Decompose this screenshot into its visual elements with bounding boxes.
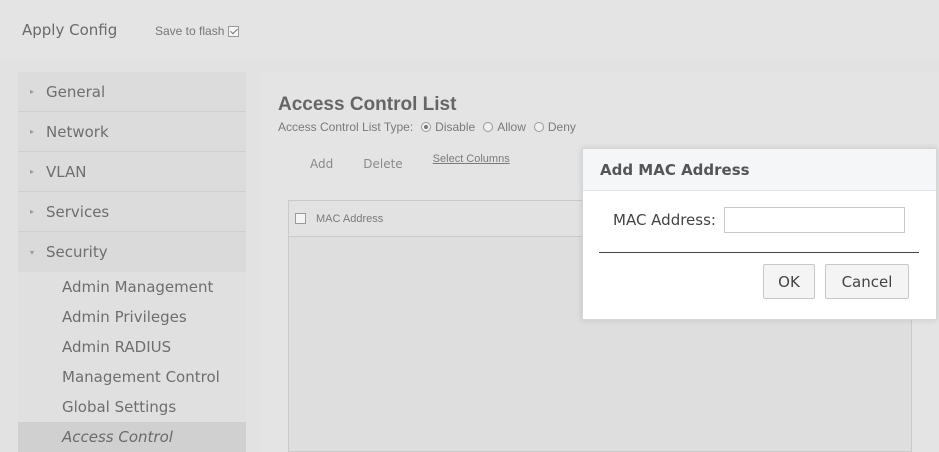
top-toolbar: Apply Config Save to flash <box>0 0 939 60</box>
sidebar-item-services[interactable]: ▸ Services <box>18 192 246 232</box>
sidebar-item-label: VLAN <box>46 162 87 181</box>
chevron-right-icon: ▸ <box>30 87 35 96</box>
delete-button[interactable]: Delete <box>363 157 402 171</box>
security-submenu: Admin Management Admin Privileges Admin … <box>18 272 246 452</box>
acl-type-row: Access Control List Type: Disable Allow … <box>278 120 576 134</box>
apply-config-button[interactable]: Apply Config <box>22 21 117 39</box>
sidebar-item-security[interactable]: ▾ Security <box>18 232 246 272</box>
sidebar-item-general[interactable]: ▸ General <box>18 72 246 112</box>
sidebar-item-network[interactable]: ▸ Network <box>18 112 246 152</box>
sidebar-subitem-global-settings[interactable]: Global Settings <box>18 392 246 422</box>
sidebar-subitem-admin-privileges[interactable]: Admin Privileges <box>18 302 246 332</box>
save-to-flash-label: Save to flash <box>155 24 225 38</box>
acl-option-label: Allow <box>497 120 526 134</box>
chevron-down-icon: ▾ <box>30 247 35 257</box>
sidebar-item-label: General <box>46 82 106 101</box>
sidebar-item-label: Services <box>46 202 110 221</box>
acl-radio-allow[interactable] <box>483 122 494 132</box>
chevron-right-icon: ▸ <box>30 207 35 216</box>
mac-address-label: MAC Address: <box>613 211 716 229</box>
sidebar-subitem-access-control[interactable]: Access Control <box>18 422 246 452</box>
mac-address-input[interactable] <box>723 207 905 233</box>
save-to-flash[interactable]: Save to flash <box>155 24 240 38</box>
column-header-mac-address[interactable]: MAC Address <box>316 213 383 225</box>
select-columns-link[interactable]: Select Columns <box>433 153 510 171</box>
divider <box>599 252 919 253</box>
dialog-title: Add MAC Address <box>583 149 936 191</box>
acl-option-label: Deny <box>547 120 576 134</box>
sidebar-subitem-management-control[interactable]: Management Control <box>18 362 246 392</box>
page-title: Access Control List <box>278 94 457 115</box>
mac-address-row: MAC Address: <box>613 207 905 233</box>
acl-radio-deny[interactable] <box>533 122 544 132</box>
chevron-right-icon: ▸ <box>30 167 35 176</box>
sidebar-subitem-admin-management[interactable]: Admin Management <box>18 272 246 302</box>
acl-option-label: Disable <box>435 120 476 134</box>
add-button[interactable]: Add <box>310 157 333 171</box>
acl-radio-disable[interactable] <box>421 122 432 132</box>
sidebar-item-label: Network <box>46 122 109 141</box>
save-to-flash-checkbox[interactable] <box>228 25 240 37</box>
sidebar-item-label: Security <box>46 243 108 261</box>
sidebar: ▸ General ▸ Network ▸ VLAN ▸ Services ▾ … <box>18 72 246 452</box>
acl-type-label: Access Control List Type: <box>278 120 414 134</box>
add-mac-dialog: Add MAC Address MAC Address: OK Cancel <box>582 148 937 320</box>
cancel-button[interactable]: Cancel <box>825 264 909 299</box>
chevron-right-icon: ▸ <box>30 127 35 136</box>
ok-button[interactable]: OK <box>763 264 815 299</box>
grid-toolbar: Add Delete Select Columns <box>310 153 510 171</box>
select-all-checkbox[interactable] <box>295 213 306 224</box>
sidebar-subitem-admin-radius[interactable]: Admin RADIUS <box>18 332 246 362</box>
sidebar-item-vlan[interactable]: ▸ VLAN <box>18 152 246 192</box>
